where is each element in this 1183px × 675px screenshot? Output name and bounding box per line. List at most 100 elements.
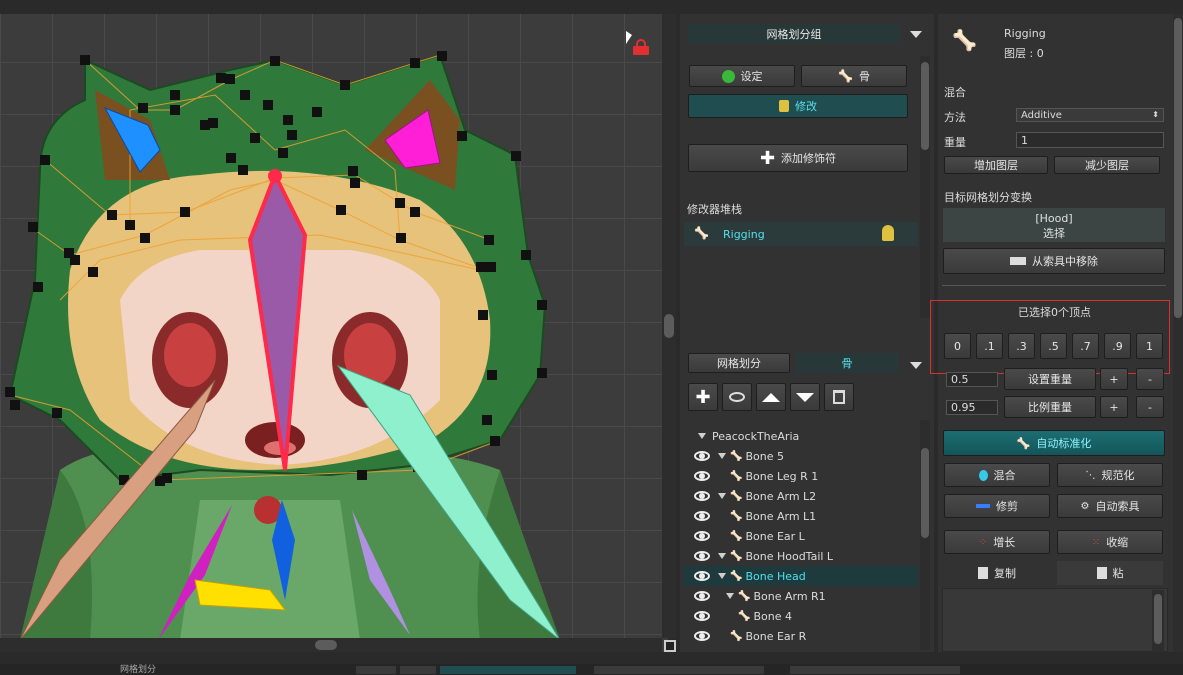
modifier-stack-label: 修改器堆栈	[687, 203, 742, 216]
auto-rig-button[interactable]: ⚙ 自动索具	[1057, 494, 1163, 518]
expand-icon	[726, 593, 734, 599]
delete-button[interactable]	[824, 383, 854, 411]
target-mesh-box[interactable]: [Hood] 选择	[943, 208, 1165, 242]
bone-icon: 🦴	[838, 69, 853, 83]
bone-icon: 🦴	[730, 450, 743, 462]
remove-from-rig-button[interactable]: 从索具中移除	[943, 248, 1165, 274]
method-select-value: Additive	[1021, 109, 1062, 121]
settings-button[interactable]: 设定	[689, 65, 795, 87]
mesh-group-title-label: 网格划分组	[766, 28, 822, 41]
tree-root-label: PeacockTheAria	[712, 429, 800, 443]
tree-item-label: Bone Ear R	[745, 629, 807, 643]
modify-button[interactable]: 修改	[688, 94, 908, 118]
eye-icon[interactable]	[694, 571, 710, 581]
eye-icon[interactable]	[694, 511, 710, 521]
scale-weight-value: 0.95	[951, 401, 976, 414]
viewport-corner-button[interactable]	[664, 640, 676, 652]
viewport-top-bar	[0, 0, 676, 14]
tab-mesh[interactable]: 网格划分	[688, 353, 790, 373]
scale-weight-button[interactable]: 比例重量	[1004, 396, 1096, 418]
tree-item[interactable]: 🦴 Bone 5	[684, 446, 918, 466]
eye-icon[interactable]	[694, 471, 710, 481]
plus-label: +	[1109, 400, 1119, 414]
weight-input[interactable]: 1	[1016, 132, 1164, 148]
shrink-label: 收缩	[1106, 536, 1129, 549]
viewport-vertical-scrollbar[interactable]	[662, 14, 676, 638]
rigging-list-scrollbar[interactable]	[1152, 590, 1164, 652]
tree-item-label: Bone Arm L2	[745, 489, 817, 503]
tree-item[interactable]: 🦴 Bone Leg R 1	[684, 466, 918, 486]
layer-button[interactable]	[722, 383, 752, 411]
bone-button[interactable]: 🦴 骨	[801, 65, 907, 87]
add-modifier-button[interactable]: ✚ 添加修饰符	[688, 144, 908, 172]
set-weight-button[interactable]: 设置重量	[1004, 368, 1096, 390]
move-down-button[interactable]	[790, 383, 820, 411]
normalize-label: 规范化	[1101, 469, 1135, 482]
remove-rig-icon	[1010, 257, 1026, 265]
blend-button[interactable]: 混合	[944, 463, 1050, 487]
auto-normalize-button[interactable]: 🦴 自动标准化	[943, 430, 1165, 456]
viewport-horizontal-scrollbar[interactable]	[0, 638, 662, 652]
bone-icon: 🦴	[730, 530, 743, 542]
target-mesh-label: 目标网格划分变换	[944, 191, 1032, 204]
paste-label: 粘	[1112, 567, 1124, 580]
modify-button-label: 修改	[795, 100, 817, 113]
modifier-item-label: Rigging	[723, 228, 765, 241]
tree-root[interactable]: PeacockTheAria	[684, 426, 918, 446]
move-up-button[interactable]	[756, 383, 786, 411]
shrink-icon: ⁙	[1091, 536, 1101, 548]
set-weight-label: 设置重量	[1028, 373, 1072, 386]
eye-icon[interactable]	[694, 631, 710, 641]
prune-label: 修剪	[996, 500, 1018, 513]
tree-item[interactable]: 🦴 Bone Arm R1	[684, 586, 918, 606]
paste-button[interactable]: 粘	[1057, 561, 1163, 585]
bone-icon: 🦴	[730, 550, 743, 562]
shrink-button[interactable]: ⁙ 收缩	[1057, 530, 1163, 554]
add-layer-button[interactable]: 增加图层	[944, 156, 1048, 174]
tab-bone[interactable]: 骨	[796, 353, 898, 373]
tree-item[interactable]: 🦴 Bone HoodTail L	[684, 546, 918, 566]
vertex-weight-list[interactable]	[942, 588, 1168, 652]
grow-button[interactable]: ⁘ 增长	[944, 530, 1050, 554]
eye-icon[interactable]	[694, 551, 710, 561]
right-panel-scrollbar[interactable]	[1173, 14, 1183, 652]
modifier-item-rigging[interactable]: 🦴 Rigging	[684, 222, 918, 246]
eye-icon[interactable]	[694, 591, 710, 601]
select-arrows-icon: ⬍	[1152, 110, 1159, 119]
add-modifier-label: 添加修饰符	[781, 152, 837, 165]
tree-item[interactable]: 🦴 Bone 4	[684, 606, 918, 626]
prune-button[interactable]: 修剪	[944, 494, 1050, 518]
tree-item[interactable]: 🦴 Bone Ear L	[684, 526, 918, 546]
scale-weight-minus-button[interactable]: -	[1136, 396, 1164, 418]
eye-icon[interactable]	[694, 451, 710, 461]
remove-layer-button[interactable]: 减少图层	[1054, 156, 1160, 174]
target-mesh-name: [Hood]	[1035, 212, 1073, 225]
normalize-button[interactable]: ⋱ 规范化	[1057, 463, 1163, 487]
add-bone-button[interactable]: ✚	[688, 383, 718, 411]
lightbulb-icon[interactable]	[882, 225, 894, 241]
scale-weight-plus-button[interactable]: +	[1100, 396, 1128, 418]
eye-icon[interactable]	[694, 531, 710, 541]
tree-item-label: Bone Leg R 1	[745, 469, 819, 483]
add-layer-label: 增加图层	[974, 159, 1018, 172]
copy-button[interactable]: 复制	[944, 561, 1050, 585]
tree-item[interactable]: 🦴 Bone Arm L1	[684, 506, 918, 526]
mesh-group-dropdown-icon[interactable]	[910, 31, 922, 38]
lock-icon[interactable]	[633, 39, 649, 55]
tab-dropdown-icon[interactable]	[910, 362, 922, 369]
canvas-viewport[interactable]	[0, 0, 668, 652]
tree-item[interactable]: 🦴 Bone Arm L2	[684, 486, 918, 506]
scale-weight-input[interactable]: 0.95	[946, 400, 998, 415]
method-select[interactable]: Additive ⬍	[1016, 108, 1164, 122]
set-weight-minus-button[interactable]: -	[1136, 368, 1164, 390]
eye-icon[interactable]	[694, 491, 710, 501]
modifier-panel-scrollbar[interactable]	[920, 56, 930, 318]
bone-button-label: 骨	[858, 70, 870, 83]
bone-tree-scrollbar[interactable]	[920, 420, 930, 650]
tree-item-selected[interactable]: 🦴 Bone Head	[684, 566, 918, 586]
set-weight-plus-button[interactable]: +	[1100, 368, 1128, 390]
tree-item[interactable]: 🦴 Bone Ear R	[684, 626, 918, 646]
eye-icon[interactable]	[694, 611, 710, 621]
set-weight-input[interactable]: 0.5	[946, 372, 998, 387]
expand-icon	[718, 573, 726, 579]
